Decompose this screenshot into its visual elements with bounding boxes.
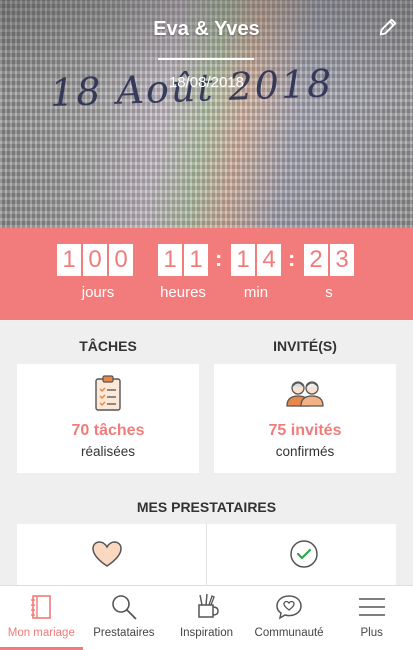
guests-card[interactable]: 75 invités confirmés [214, 364, 396, 473]
nav-inspiration[interactable]: Inspiration [165, 586, 248, 650]
clipboard-checklist-icon [95, 375, 121, 411]
nav-label: Communauté [254, 627, 324, 639]
countdown-minutes: 1 4 min [231, 244, 281, 308]
hours-label: heures [160, 284, 206, 301]
guests-count: 75 invités [268, 422, 342, 439]
nav-plus[interactable]: Plus [330, 586, 413, 650]
guests-status: confirmés [275, 444, 335, 459]
minutes-digit-2: 4 [257, 244, 281, 276]
seconds-label: s [325, 284, 333, 301]
bottom-navigation: Mon mariage Prestataires Inspiration Com… [0, 585, 413, 650]
nav-label: Prestataires [93, 627, 155, 639]
hours-digit-1: 1 [158, 244, 182, 276]
minutes-digit-1: 1 [231, 244, 255, 276]
nav-communaute[interactable]: Communauté [248, 586, 331, 650]
edit-button[interactable] [377, 16, 399, 38]
wedding-photo-header: 18 Août 2018 Eva & Yves 18/08/2018 [0, 0, 413, 228]
nav-label: Mon mariage [7, 627, 75, 639]
days-digit-3: 0 [109, 244, 133, 276]
nav-label: Plus [360, 627, 383, 639]
tasks-status: réalisées [80, 444, 136, 459]
search-icon [112, 595, 137, 620]
days-label: jours [81, 284, 115, 301]
tasks-title: TÂCHES [79, 338, 137, 354]
nav-label: Inspiration [179, 627, 234, 639]
hours-digit-2: 1 [184, 244, 208, 276]
couple-names: Eva & Yves [153, 18, 260, 40]
colon-separator: : [288, 246, 296, 271]
nav-mon-mariage[interactable]: Mon mariage [0, 586, 83, 650]
countdown-seconds: 2 3 s [304, 244, 354, 308]
countdown-banner: 1 0 0 jours 1 1 heures : 1 4 min : 2 3 s [0, 228, 413, 320]
vendors-divider [206, 524, 207, 590]
guests-couple-icon [286, 381, 324, 407]
vendors-title: MES PRESTATAIRES [136, 499, 277, 515]
chat-heart-icon [276, 595, 302, 620]
minutes-label: min [243, 284, 269, 301]
tasks-card[interactable]: 70 tâches réalisées [17, 364, 199, 473]
title-divider [158, 58, 254, 60]
vendors-card[interactable] [17, 524, 396, 590]
days-digit-1: 1 [57, 244, 81, 276]
seconds-digit-2: 3 [330, 244, 354, 276]
nav-prestataires[interactable]: Prestataires [83, 586, 166, 650]
days-digit-2: 0 [83, 244, 107, 276]
menu-icon [358, 598, 385, 616]
check-circle-icon [290, 540, 318, 568]
pencil-icon [379, 18, 397, 36]
tasks-count: 70 tâches [71, 422, 145, 439]
countdown-days: 1 0 0 jours [57, 244, 139, 308]
heart-icon [92, 541, 122, 567]
countdown-hours: 1 1 heures [158, 244, 208, 308]
wedding-date: 18/08/2018 [168, 74, 245, 91]
guests-title: INVITÉ(S) [273, 338, 337, 354]
tools-cup-icon [198, 593, 220, 618]
seconds-digit-1: 2 [304, 244, 328, 276]
colon-separator: : [215, 246, 223, 271]
notebook-icon [31, 595, 52, 619]
